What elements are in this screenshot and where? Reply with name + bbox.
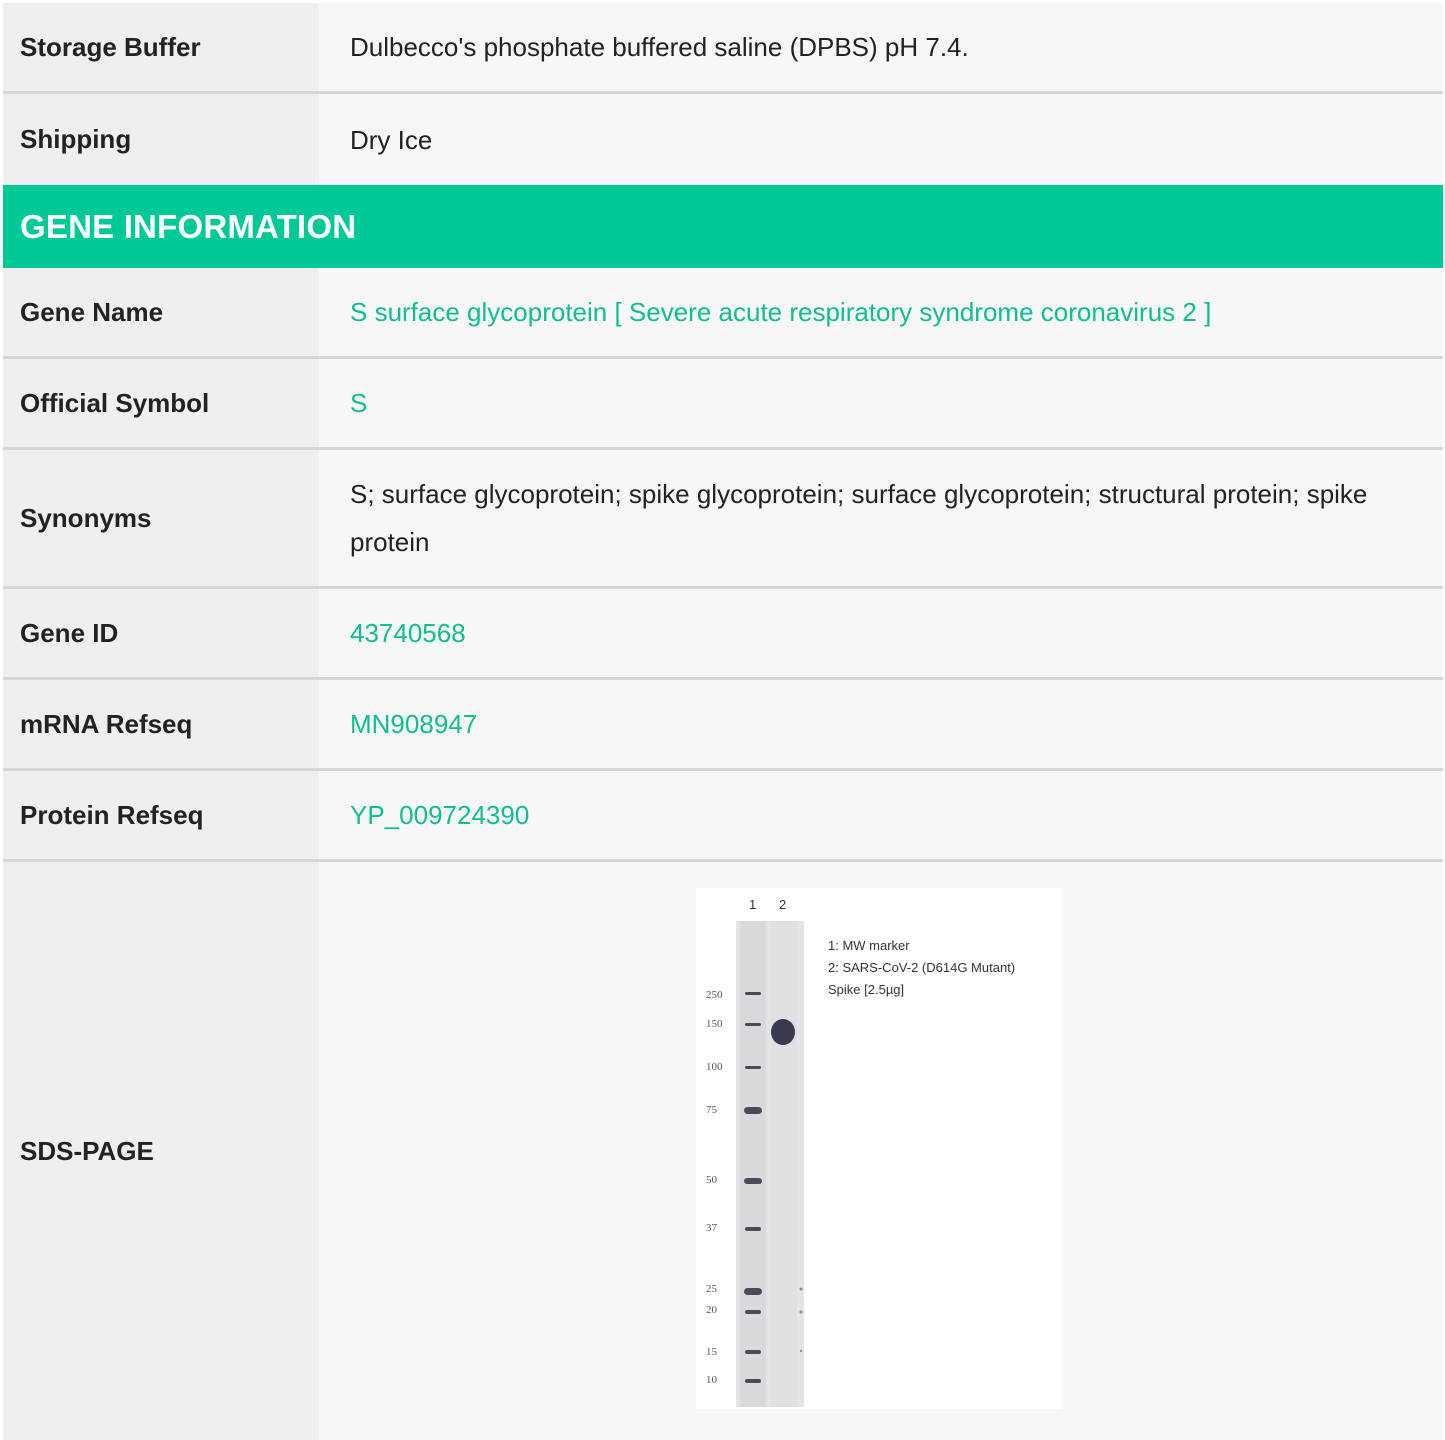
- marker-label-50: 50: [706, 1174, 718, 1186]
- spec-row-gene-name: Gene Name S surface glycoprotein [ Sever…: [3, 268, 1443, 359]
- gel-speck: [799, 1349, 803, 1353]
- gel-speck: [799, 1287, 803, 1291]
- spec-row-official-symbol: Official Symbol S: [3, 359, 1443, 450]
- spec-row-shipping: Shipping Dry Ice: [3, 94, 1443, 185]
- marker-band-10: [745, 1379, 761, 1383]
- marker-label-75: 75: [706, 1104, 718, 1116]
- mrna-refseq-link[interactable]: MN908947: [350, 700, 477, 748]
- marker-label-150: 150: [706, 1018, 723, 1030]
- spec-label: Official Symbol: [3, 359, 319, 447]
- spec-label: Protein Refseq: [3, 771, 319, 859]
- spec-row-mrna-refseq: mRNA Refseq MN908947: [3, 680, 1443, 771]
- spec-label: Gene Name: [3, 268, 319, 356]
- spec-label: Gene ID: [3, 589, 319, 677]
- spec-row-gene-id: Gene ID 43740568: [3, 589, 1443, 680]
- gene-id-link[interactable]: 43740568: [350, 609, 466, 657]
- spec-row-sds-page: SDS-PAGE 1 2 250 150 100 75 50 37 25 20 …: [3, 862, 1443, 1440]
- marker-band-100: [745, 1066, 761, 1069]
- spike-protein-band: [771, 1019, 795, 1045]
- lane-2: [771, 921, 797, 1407]
- spec-row-synonyms: Synonyms S; surface glycoprotein; spike …: [3, 450, 1443, 589]
- spec-label: Synonyms: [3, 450, 319, 586]
- marker-label-250: 250: [706, 989, 723, 1001]
- marker-band-75: [744, 1107, 762, 1114]
- gel-legend-line-1: 1: MW marker: [828, 938, 910, 953]
- spec-table: Storage Buffer Dulbecco's phosphate buff…: [3, 3, 1443, 1440]
- gel-speck: [799, 1310, 803, 1314]
- sds-page-image: 1 2 250 150 100 75 50 37 25 20 15 10 1: …: [696, 888, 1062, 1424]
- spec-value: Dry Ice: [319, 94, 1443, 185]
- marker-band-37: [745, 1227, 761, 1231]
- gel-legend-line-2: 2: SARS-CoV-2 (D614G Mutant): [828, 960, 1015, 975]
- spec-label: Shipping: [3, 94, 319, 185]
- gel-legend-line-3: Spike [2.5µg]: [828, 982, 904, 997]
- marker-band-20: [745, 1310, 761, 1314]
- marker-label-15: 15: [706, 1346, 718, 1358]
- spec-value: S; surface glycoprotein; spike glycoprot…: [319, 450, 1443, 586]
- spec-value: Dulbecco's phosphate buffered saline (DP…: [319, 3, 1443, 91]
- lane-label-1: 1: [749, 897, 756, 912]
- sds-page-gel: 1 2 250 150 100 75 50 37 25 20 15 10 1: …: [696, 888, 1062, 1409]
- protein-refseq-link[interactable]: YP_009724390: [350, 791, 529, 839]
- marker-band-15: [745, 1350, 761, 1354]
- marker-label-20: 20: [706, 1304, 718, 1316]
- marker-band-150: [745, 1023, 761, 1026]
- marker-band-25: [744, 1288, 762, 1295]
- gene-name-link[interactable]: S surface glycoprotein [ Severe acute re…: [350, 288, 1211, 336]
- spec-label: mRNA Refseq: [3, 680, 319, 768]
- lane-label-2: 2: [779, 897, 786, 912]
- spec-row-storage-buffer: Storage Buffer Dulbecco's phosphate buff…: [3, 3, 1443, 94]
- marker-band-250: [745, 992, 761, 995]
- marker-band-50: [744, 1178, 762, 1184]
- spec-label: SDS-PAGE: [3, 862, 319, 1440]
- marker-label-100: 100: [706, 1061, 723, 1073]
- spec-label: Storage Buffer: [3, 3, 319, 91]
- marker-label-25: 25: [706, 1283, 718, 1295]
- spec-row-protein-refseq: Protein Refseq YP_009724390: [3, 771, 1443, 862]
- marker-label-10: 10: [706, 1374, 718, 1386]
- marker-label-37: 37: [706, 1222, 718, 1234]
- official-symbol-link[interactable]: S: [350, 379, 367, 427]
- section-header-gene-information: GENE INFORMATION: [3, 185, 1443, 268]
